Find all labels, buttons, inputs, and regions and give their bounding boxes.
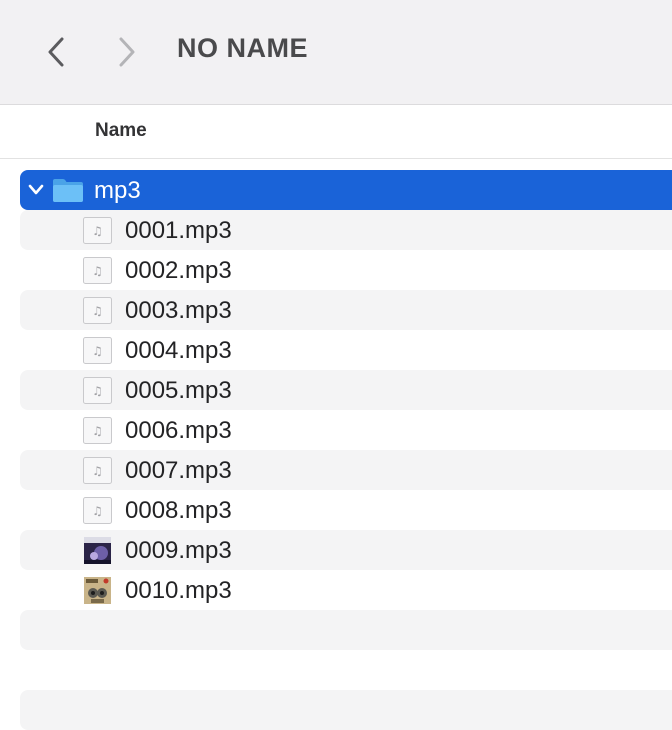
list-item[interactable]: 0009.mp3 bbox=[0, 530, 672, 570]
file-name: 0006.mp3 bbox=[125, 417, 232, 444]
chevron-left-icon bbox=[48, 37, 64, 67]
name-column-header[interactable]: Name bbox=[95, 120, 147, 142]
list-item[interactable]: ♫ 0001.mp3 bbox=[0, 210, 672, 250]
folder-row-mp3[interactable]: mp3 bbox=[0, 170, 672, 210]
list-item[interactable]: ♫ 0007.mp3 bbox=[0, 450, 672, 490]
column-header-bar: Name bbox=[0, 105, 672, 159]
svg-text:♫: ♫ bbox=[92, 384, 103, 398]
row-stripe bbox=[20, 210, 672, 250]
audio-file-icon: ♫ bbox=[83, 377, 112, 404]
row-stripe bbox=[20, 450, 672, 490]
audio-file-icon: ♫ bbox=[83, 257, 112, 284]
svg-text:♫: ♫ bbox=[92, 344, 103, 358]
file-name: 0008.mp3 bbox=[125, 497, 232, 524]
audio-file-icon: ♫ bbox=[83, 457, 112, 484]
file-name: 0005.mp3 bbox=[125, 377, 232, 404]
audio-file-icon: ♫ bbox=[83, 417, 112, 444]
back-button[interactable] bbox=[36, 32, 76, 72]
forward-button[interactable] bbox=[107, 32, 147, 72]
file-name: 0009.mp3 bbox=[125, 537, 232, 564]
row-stripe bbox=[20, 290, 672, 330]
svg-text:♫: ♫ bbox=[92, 504, 103, 518]
list-item[interactable]: ♫ 0002.mp3 bbox=[0, 250, 672, 290]
window-title: NO NAME bbox=[177, 33, 308, 63]
list-item[interactable]: ♫ 0008.mp3 bbox=[0, 490, 672, 530]
file-name: 0010.mp3 bbox=[125, 577, 232, 604]
row-stripe bbox=[20, 690, 672, 730]
audio-file-icon: ♫ bbox=[83, 497, 112, 524]
file-name: 0003.mp3 bbox=[125, 297, 232, 324]
svg-text:♫: ♫ bbox=[92, 264, 103, 278]
row-stripe bbox=[20, 530, 672, 570]
file-name: 0007.mp3 bbox=[125, 457, 232, 484]
audio-file-icon: ♫ bbox=[83, 297, 112, 324]
empty-row bbox=[0, 690, 672, 730]
audio-file-icon: ♫ bbox=[83, 337, 112, 364]
svg-text:♫: ♫ bbox=[92, 304, 103, 318]
chevron-right-icon bbox=[119, 37, 135, 67]
list-item[interactable]: ♫ 0003.mp3 bbox=[0, 290, 672, 330]
file-name: 0004.mp3 bbox=[125, 337, 232, 364]
empty-row bbox=[0, 610, 672, 650]
list-item[interactable]: ♫ 0004.mp3 bbox=[0, 330, 672, 370]
row-stripe bbox=[20, 610, 672, 650]
row-stripe bbox=[20, 370, 672, 410]
folder-icon bbox=[53, 179, 83, 202]
folder-name: mp3 bbox=[94, 177, 141, 204]
file-name: 0002.mp3 bbox=[125, 257, 232, 284]
album-art-thumbnail bbox=[84, 537, 111, 564]
file-list: mp3 ♫ 0001.mp3 ♫ 0002.mp3 ♫ 0003.mp3 ♫ 0… bbox=[0, 170, 672, 730]
album-art-thumbnail bbox=[84, 577, 111, 604]
file-name: 0001.mp3 bbox=[125, 217, 232, 244]
list-item[interactable]: ♫ 0006.mp3 bbox=[0, 410, 672, 450]
toolbar: NO NAME bbox=[0, 0, 672, 105]
list-item[interactable]: ♫ 0005.mp3 bbox=[0, 370, 672, 410]
audio-file-icon: ♫ bbox=[83, 217, 112, 244]
list-item[interactable]: 0010.mp3 bbox=[0, 570, 672, 610]
svg-text:♫: ♫ bbox=[92, 424, 103, 438]
disclosure-chevron-down-icon[interactable] bbox=[26, 182, 46, 198]
empty-row bbox=[0, 650, 672, 690]
svg-text:♫: ♫ bbox=[92, 224, 103, 238]
svg-text:♫: ♫ bbox=[92, 464, 103, 478]
